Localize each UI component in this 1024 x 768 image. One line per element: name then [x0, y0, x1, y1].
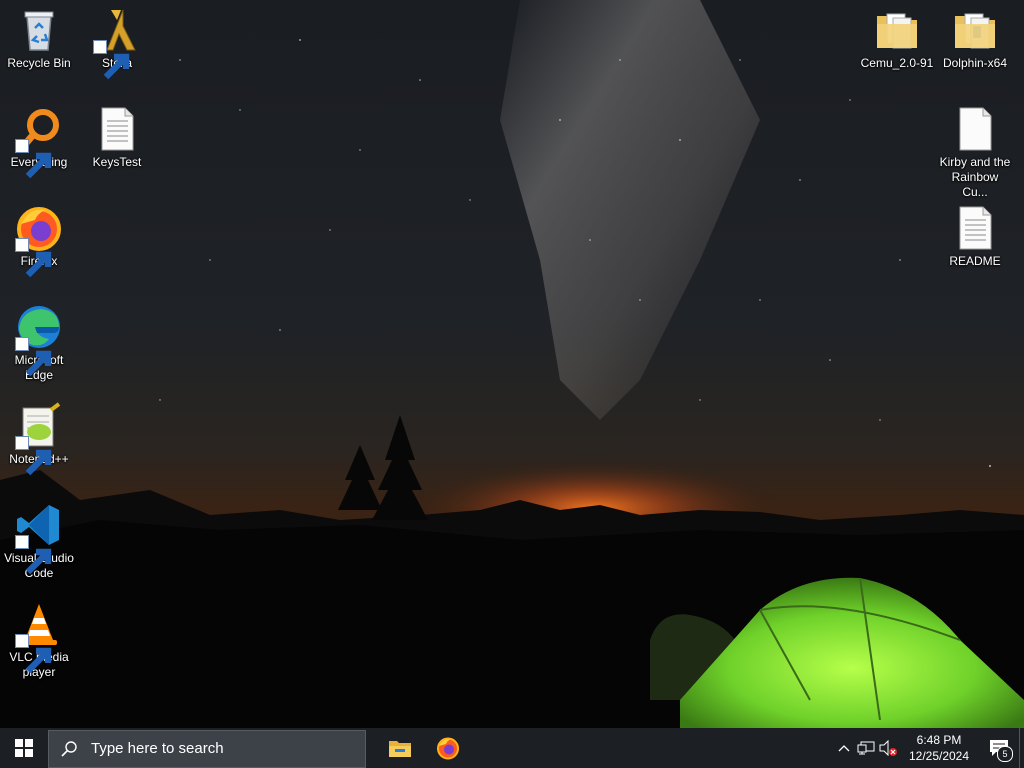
desktop-icon-stella[interactable]: Stella [78, 0, 156, 80]
desktop-icon-label: Kirby and the Rainbow Cu... [939, 155, 1011, 199]
desktop-icon-cemu-folder[interactable]: Cemu_2.0-91 [858, 0, 936, 71]
desktop-icon-notepadpp[interactable]: Notepad++ [0, 396, 78, 476]
desktop-icon-firefox[interactable]: Firefox [0, 198, 78, 278]
vscode-icon [15, 501, 63, 575]
start-button[interactable] [0, 728, 48, 768]
shortcut-arrow-icon [15, 337, 52, 377]
shortcut-arrow-icon [15, 436, 52, 476]
notepadpp-icon [15, 402, 63, 476]
search-input[interactable] [89, 739, 343, 758]
show-hidden-icons-button[interactable] [833, 728, 855, 768]
text-file-icon [951, 204, 999, 252]
shortcut-arrow-icon [15, 139, 52, 179]
desktop-icon-label: Cemu_2.0-91 [860, 56, 934, 70]
desktop-icon-vlc[interactable]: VLC media player [0, 594, 78, 680]
network-icon [857, 741, 875, 755]
desktop-icon-microsoft-edge[interactable]: Microsoft Edge [0, 297, 78, 383]
folder-icon [951, 6, 999, 54]
notification-count-badge: 5 [997, 746, 1013, 762]
clock-date: 12/25/2024 [908, 749, 970, 763]
desktop-icon-vscode[interactable]: Visual Studio Code [0, 495, 78, 581]
stella-icon [93, 6, 141, 80]
system-tray: 6:48 PM 12/25/2024 5 [833, 728, 1024, 768]
shortcut-arrow-icon [93, 40, 130, 80]
search-icon [61, 740, 77, 757]
file-explorer-icon [389, 741, 411, 757]
folder-icon [873, 6, 921, 54]
taskbar-search-box[interactable] [48, 729, 366, 768]
volume-muted-icon [879, 740, 897, 756]
desktop-icon-keystest[interactable]: KeysTest [78, 99, 156, 170]
vlc-icon [15, 600, 63, 674]
desktop-icon-dolphin-folder[interactable]: Dolphin-x64 [936, 0, 1014, 71]
clock-time: 6:48 PM [916, 733, 962, 747]
firefox-icon [437, 737, 459, 760]
shortcut-arrow-icon [15, 634, 52, 674]
taskbar-file-explorer[interactable] [376, 728, 424, 768]
firefox-icon [15, 204, 63, 278]
shortcut-arrow-icon [15, 238, 52, 278]
taskbar: 6:48 PM 12/25/2024 5 [0, 728, 1024, 768]
desktop-icon-label: README [949, 254, 1001, 268]
desktop-icon-readme[interactable]: README [936, 198, 1014, 269]
desktop-icon-label: Dolphin-x64 [942, 56, 1008, 70]
blank-file-icon [951, 105, 999, 153]
text-file-icon [93, 105, 141, 153]
recycle-bin-icon [15, 6, 63, 54]
desktop-icon-everything[interactable]: Everything [0, 99, 78, 179]
desktop-icon-label: KeysTest [92, 155, 142, 169]
desktop-icon-kirby-file[interactable]: Kirby and the Rainbow Cu... [936, 99, 1014, 200]
windows-logo-icon [15, 739, 33, 757]
taskbar-clock[interactable]: 6:48 PM 12/25/2024 [905, 732, 973, 764]
everything-icon [15, 105, 63, 179]
volume-tray-button[interactable] [877, 728, 899, 768]
network-tray-button[interactable] [855, 728, 877, 768]
taskbar-firefox[interactable] [424, 728, 472, 768]
shortcut-arrow-icon [15, 535, 52, 575]
show-desktop-button[interactable] [1019, 728, 1024, 768]
edge-icon [15, 303, 63, 377]
desktop-icon-recycle-bin[interactable]: Recycle Bin [0, 0, 78, 71]
action-center-button[interactable]: 5 [979, 728, 1019, 768]
desktop-icon-label: Recycle Bin [7, 56, 71, 70]
chevron-up-icon [838, 745, 850, 752]
